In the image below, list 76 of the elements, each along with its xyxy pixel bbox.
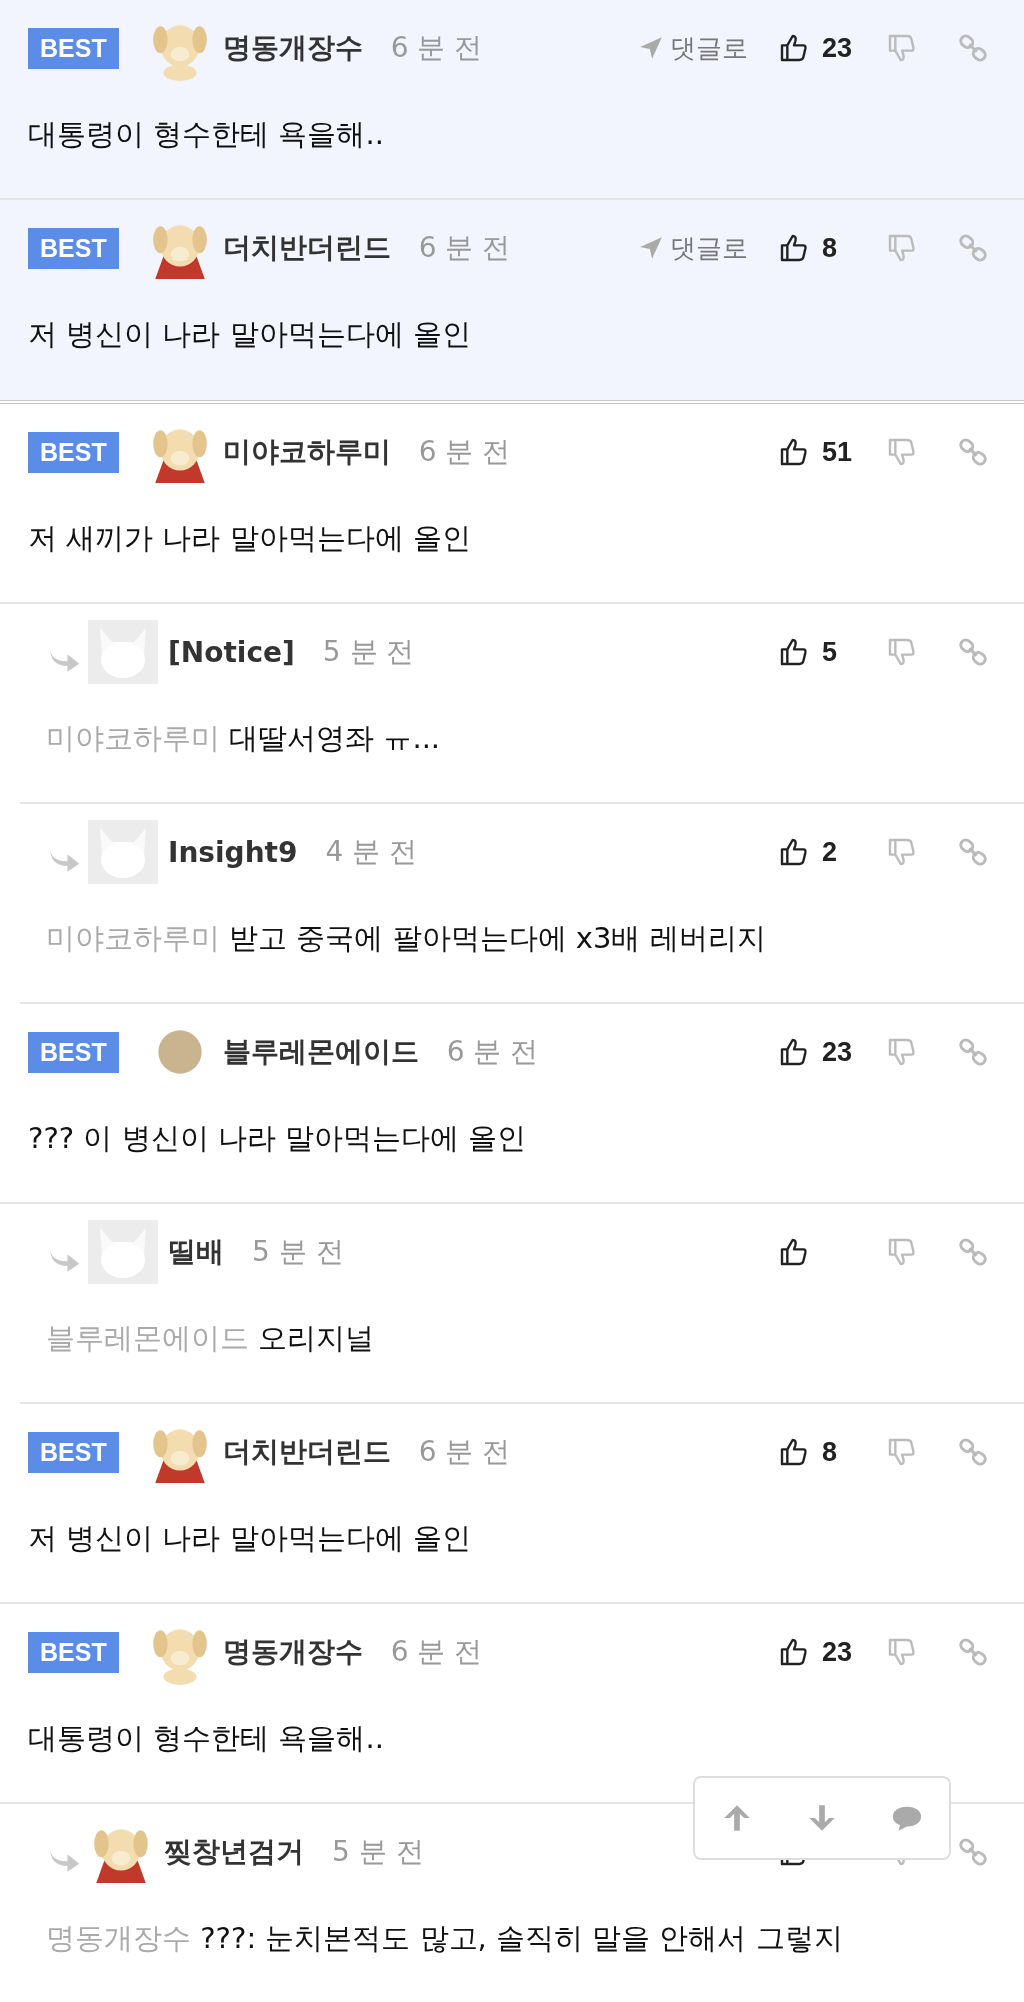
link-icon[interactable]	[958, 1637, 988, 1667]
like-count: 23	[822, 1636, 853, 1668]
comment-text: ??? 이 병신이 나라 말아먹는다에 올인	[28, 1120, 528, 1157]
thumbs-up-icon[interactable]	[778, 1036, 810, 1068]
thumbs-up-icon[interactable]	[778, 636, 810, 668]
comment-text: 대통령이 형수한테 욕을해..	[28, 116, 385, 153]
timestamp: 6 분 전	[418, 434, 511, 470]
thumbs-down-icon[interactable]	[886, 32, 918, 64]
link-icon[interactable]	[958, 437, 988, 467]
link-icon[interactable]	[958, 837, 988, 867]
timestamp: 6 분 전	[390, 1634, 483, 1670]
link-icon[interactable]	[958, 1037, 988, 1067]
thumbs-down-icon[interactable]	[886, 1236, 918, 1268]
like-count: 51	[822, 436, 853, 468]
comment-text: 저 병신이 나라 말아먹는다에 올인	[28, 1520, 472, 1557]
author-name[interactable]: 명동개장수	[222, 29, 363, 67]
best-badge: BEST	[28, 431, 119, 473]
author-name[interactable]: 더치반더린드	[222, 1433, 391, 1471]
comment-text: 대통령이 형수한테 욕을해..	[28, 1720, 385, 1757]
link-icon[interactable]	[958, 1437, 988, 1467]
thumbs-down-icon[interactable]	[886, 436, 918, 468]
go-to-comment-link[interactable]: 댓글로	[638, 30, 748, 66]
thumbs-up-icon[interactable]	[778, 32, 810, 64]
go-to-comment-link[interactable]: 댓글로	[638, 230, 748, 266]
thumbs-up-icon[interactable]	[778, 1236, 810, 1268]
timestamp: 6 분 전	[418, 1434, 511, 1470]
like-count: 2	[822, 836, 838, 868]
link-icon[interactable]	[958, 1237, 988, 1267]
thumbs-up-icon[interactable]	[778, 836, 810, 868]
thumbs-up-icon[interactable]	[778, 232, 810, 264]
author-name[interactable]: 띨배	[168, 1233, 224, 1271]
best-badge: BEST	[28, 1631, 119, 1673]
thumbs-up-icon[interactable]	[778, 1636, 810, 1668]
like-count: 5	[822, 636, 838, 668]
best-badge: BEST	[28, 27, 119, 69]
link-icon[interactable]	[958, 1837, 988, 1867]
timestamp: 6 분 전	[390, 30, 483, 66]
navigation-arrow-icon	[638, 235, 664, 261]
thumbs-down-icon[interactable]	[886, 232, 918, 264]
timestamp: 5 분 전	[252, 1234, 344, 1270]
comment-text: 저 새끼가 나라 말아먹는다에 올인	[28, 520, 472, 557]
timestamp: 6 분 전	[446, 1034, 539, 1070]
timestamp: 5 분 전	[322, 634, 415, 670]
like-count: 8	[822, 232, 838, 264]
comment-text: 명동개장수 ???: 눈치본적도 많고, 솔직히 말을 안해서 그렇지	[46, 1920, 844, 1957]
best-badge: BEST	[28, 1431, 119, 1473]
author-name[interactable]: 명동개장수	[222, 1633, 363, 1671]
thumbs-down-icon[interactable]	[886, 1636, 918, 1668]
link-icon[interactable]	[958, 233, 988, 263]
author-name[interactable]: [Notice]	[168, 635, 295, 669]
best-badge: BEST	[28, 1031, 119, 1073]
thumbs-down-icon[interactable]	[886, 1036, 918, 1068]
comment-text: 미야코하루미 대딸서영좌 ㅠ...	[46, 720, 442, 757]
author-name[interactable]: 찢창년검거	[164, 1833, 304, 1871]
like-count: 23	[822, 1036, 853, 1068]
thumbs-down-icon[interactable]	[886, 636, 918, 668]
timestamp: 6 분 전	[418, 230, 511, 266]
author-name[interactable]: 미야코하루미	[222, 433, 391, 471]
author-name[interactable]: 더치반더린드	[222, 229, 391, 267]
like-count: 8	[822, 1436, 838, 1468]
timestamp: 4 분 전	[325, 834, 418, 870]
author-name[interactable]: Insight9	[168, 835, 298, 869]
timestamp: 5 분 전	[332, 1834, 424, 1870]
author-name[interactable]: 블루레몬에이드	[222, 1033, 419, 1071]
navigation-arrow-icon	[638, 35, 664, 61]
comment-text: 저 병신이 나라 말아먹는다에 올인	[28, 316, 472, 353]
comment-text: 블루레몬에이드 오리지널	[46, 1320, 376, 1357]
like-count: 23	[822, 32, 853, 64]
comment-text: 미야코하루미 받고 중국에 팔아먹는다에 x3배 레버리지	[46, 920, 767, 957]
thumbs-down-icon[interactable]	[886, 1436, 918, 1468]
link-icon[interactable]	[958, 33, 988, 63]
link-icon[interactable]	[958, 637, 988, 667]
thumbs-up-icon[interactable]	[778, 1436, 810, 1468]
thumbs-up-icon[interactable]	[778, 436, 810, 468]
thumbs-down-icon[interactable]	[886, 836, 918, 868]
best-badge: BEST	[28, 227, 119, 269]
